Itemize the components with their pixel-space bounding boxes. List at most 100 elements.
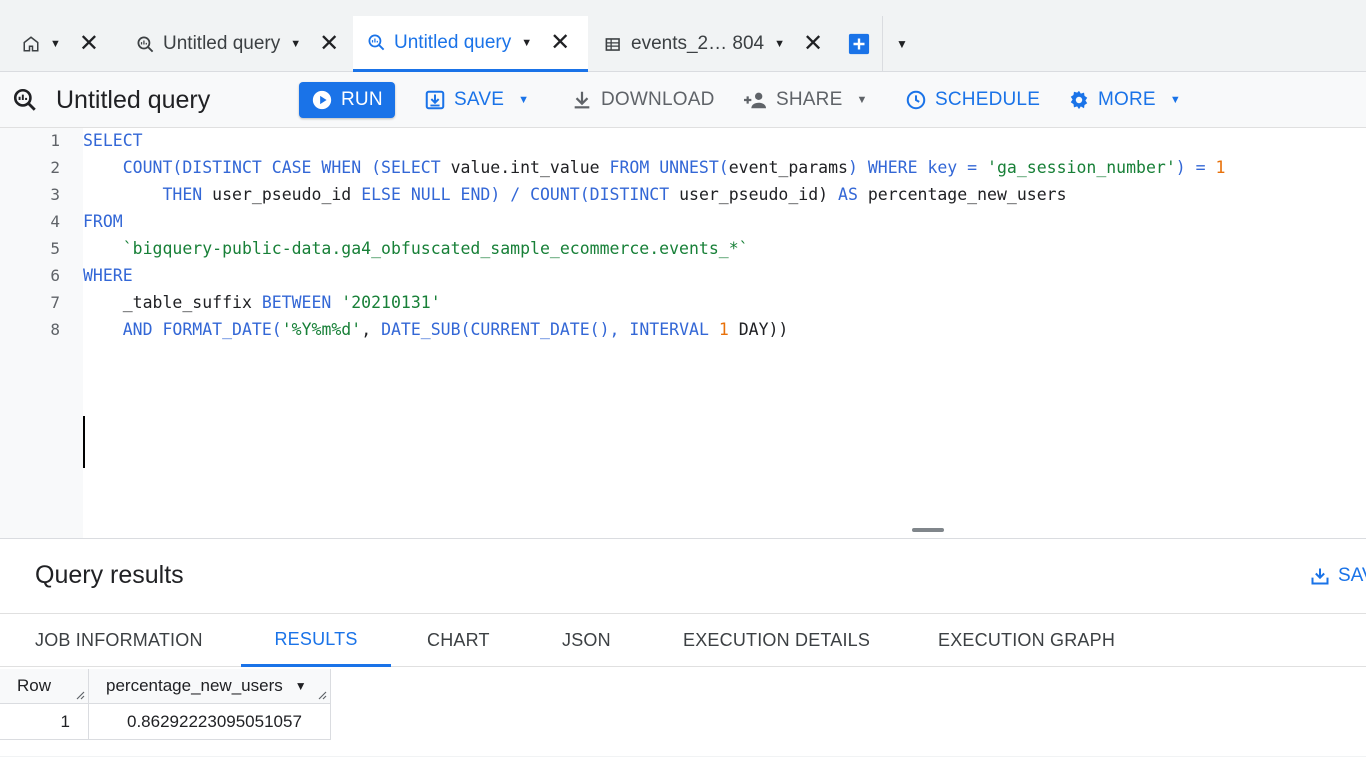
code-token: 1 [1215,158,1226,177]
code-token: BETWEEN [261,293,332,312]
clock-icon [905,89,927,111]
tab-label: Untitled query [163,33,281,54]
line-number: 3 [50,185,60,204]
new-tab-button[interactable] [840,16,878,72]
query-title: Untitled query [12,82,210,118]
code-token: '%Y%m%d' [281,320,362,339]
run-button[interactable]: RUN [299,82,395,118]
line-number: 7 [50,293,60,312]
tab-untitled-query-2[interactable]: Untitled query ▼ ✕ [353,16,588,72]
results-title: Query results [35,561,184,589]
code-token: AS [838,185,858,204]
save-results-button[interactable]: SAV [1310,565,1366,587]
tab-label: Untitled query [394,31,512,53]
code-token: ELSE NULL END) / COUNT(DISTINCT [361,185,670,204]
chevron-down-icon[interactable]: ▼ [521,37,532,49]
tab-home[interactable]: ▼ ✕ [14,16,107,72]
tab-job-information[interactable]: JOB INFORMATION [35,614,203,667]
add-tab-icon[interactable] [848,33,870,55]
code-token: value.int_value [440,158,610,177]
code-token: 1 [718,320,729,339]
tab-json[interactable]: JSON [562,614,611,667]
download-icon [571,89,593,111]
table-row-number: 1 [0,704,89,740]
save-button[interactable]: SAVE ▼ [424,82,529,118]
query-icon [12,87,38,113]
line-number: 2 [50,158,60,177]
code-token: COUNT(DISTINCT CASE WHEN (SELECT [122,158,441,177]
code-token: SELECT [83,131,143,150]
sort-dropdown-icon[interactable]: ▼ [295,679,307,693]
code-token: '20210131' [341,293,441,312]
line-number: 1 [50,131,60,150]
add-person-icon [742,89,768,111]
schedule-button[interactable]: SCHEDULE [905,82,1040,118]
chevron-down-icon[interactable]: ▼ [774,38,785,50]
tab-execution-graph[interactable]: EXECUTION GRAPH [938,614,1115,667]
close-icon[interactable]: ✕ [319,32,339,56]
code-token: DATE_SUB(CURRENT_DATE(), INTERVAL [381,320,709,339]
more-button[interactable]: MORE ▼ [1068,82,1181,118]
code-token: WHERE [83,266,133,285]
code-line[interactable]: SELECT [83,131,143,150]
chevron-down-icon[interactable]: ▼ [50,38,61,50]
code-line[interactable]: FROM [83,212,123,231]
close-icon[interactable]: ✕ [550,30,570,55]
save-results-icon [1310,566,1330,586]
panel-resize-handle[interactable] [912,528,944,532]
text-cursor [83,416,85,468]
tab-events-table[interactable]: events_2… 804 ▼ ✕ [596,16,831,72]
code-token: _table_suffix [83,293,262,312]
share-button[interactable]: SHARE ▼ [742,82,868,118]
code-line[interactable]: _table_suffix BETWEEN '20210131' [83,293,441,312]
tab-execution-details[interactable]: EXECUTION DETAILS [683,614,870,667]
chevron-down-icon[interactable]: ▼ [896,37,908,51]
code-line[interactable]: `bigquery-public-data.ga4_obfuscated_sam… [83,239,749,258]
close-icon[interactable]: ✕ [79,32,99,56]
tab-untitled-query-1[interactable]: Untitled query ▼ ✕ [128,16,347,72]
code-token: event_params [728,158,848,177]
code-token: ) = [1175,158,1216,177]
code-line[interactable]: AND FORMAT_DATE('%Y%m%d', DATE_SUB(CURRE… [83,320,789,339]
save-results-label: SAV [1338,565,1366,586]
code-token: `bigquery-public-data.ga4_obfuscated_sam… [122,239,749,258]
tab-chart[interactable]: CHART [427,614,490,667]
tab-label: events_2… 804 [631,33,765,54]
schedule-label: SCHEDULE [935,89,1041,110]
tab-results[interactable]: RESULTS [241,614,391,667]
download-button[interactable]: DOWNLOAD [571,82,715,118]
play-icon [311,89,333,111]
query-icon [136,35,155,54]
sql-editor[interactable]: 1 2 3 4 5 6 7 8 SELECT COUNT(DISTINCT CASE WHEN… [0,128,1366,538]
tab-overflow-menu[interactable]: ▼ [886,16,916,72]
code-token: , [361,320,382,339]
gear-icon [1068,89,1090,111]
chevron-down-icon: ▼ [518,94,530,106]
code-token: FROM UNNEST( [609,158,729,177]
editor-toolbar: Untitled query RUN SAVE ▼ DOWNLOAD SHARE… [0,72,1366,128]
more-label: MORE [1098,89,1156,110]
line-number: 8 [50,320,60,339]
code-line[interactable]: WHERE [83,266,133,285]
code-token: DAY)) [728,320,789,339]
column-resize-icon[interactable] [73,688,85,700]
code-token: AND FORMAT_DATE( [122,320,282,339]
code-line[interactable]: THEN user_pseudo_id ELSE NULL END) / COU… [83,185,1066,204]
column-resize-icon[interactable] [315,688,327,700]
close-icon[interactable]: ✕ [803,32,823,56]
chevron-down-icon: ▼ [1169,94,1181,106]
chevron-down-icon: ▼ [856,94,868,106]
code-line[interactable]: COUNT(DISTINCT CASE WHEN (SELECT value.i… [83,158,1226,177]
column-header-percentage-new-users[interactable]: percentage_new_users ▼ [89,669,331,704]
home-icon [22,35,40,53]
code-token: FROM [83,212,123,231]
chevron-down-icon[interactable]: ▼ [290,38,301,50]
results-tabs: JOB INFORMATION RESULTS CHART JSON EXECU… [0,613,1366,667]
column-header-label: percentage_new_users [106,676,283,695]
